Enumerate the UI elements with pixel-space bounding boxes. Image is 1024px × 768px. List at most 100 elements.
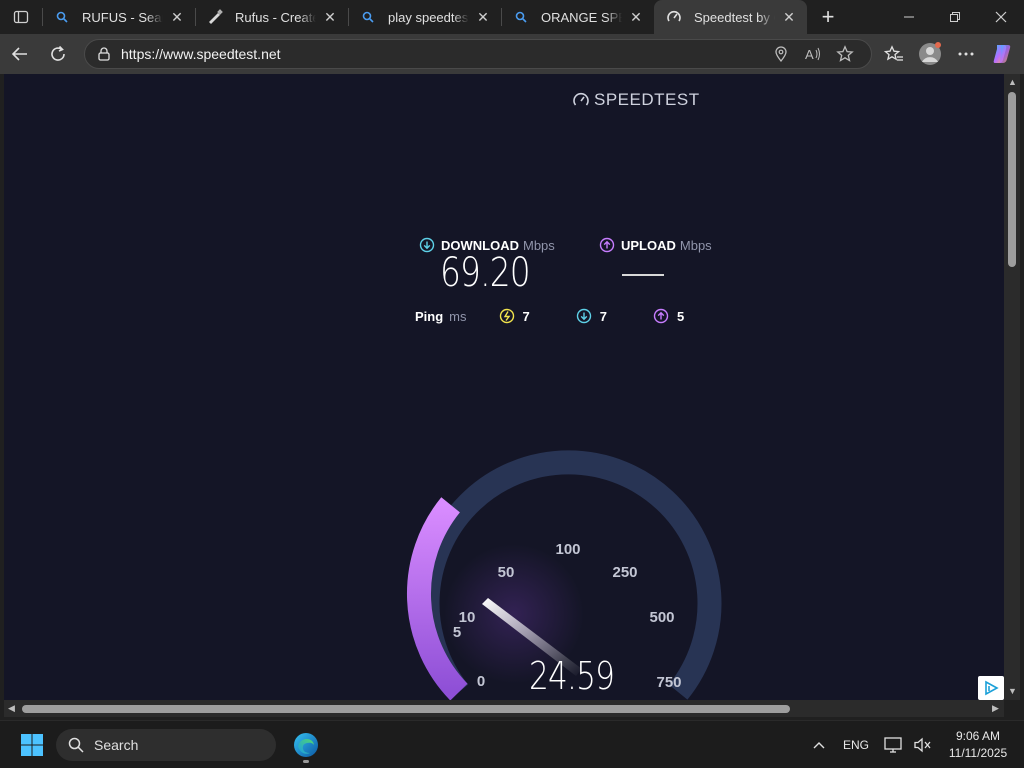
windows-taskbar: Search ENG 9:06 AM 11/11/2025 [0, 720, 1024, 768]
close-window-button[interactable] [978, 0, 1024, 34]
svg-text:A: A [805, 47, 814, 62]
ping-download-value: 7 [599, 308, 607, 324]
gauge-current-speed: 24.59 [529, 654, 615, 698]
tab-close-icon[interactable]: ✕ [475, 9, 491, 25]
tab-title: ORANGE SPEED TEST [541, 9, 622, 25]
tab-close-icon[interactable]: ✕ [322, 9, 338, 25]
upload-pending-dash [622, 274, 664, 276]
horizontal-scrollbar[interactable]: ◀ ▶ [4, 700, 1004, 717]
tab-play-speedtest[interactable]: play speedtest - Search ✕ [348, 0, 501, 34]
vertical-scrollbar[interactable]: ▲ ▼ [1004, 74, 1020, 700]
monitor-icon [884, 736, 902, 753]
clock-time: 9:06 AM [955, 728, 1001, 743]
tab-separator [42, 8, 43, 26]
refresh-button[interactable] [40, 38, 76, 70]
tab-close-icon[interactable]: ✕ [628, 9, 644, 25]
tab-title: RUFUS - Search [82, 9, 163, 25]
volume-muted-icon [914, 737, 931, 752]
logo-text: SPEEDTEST [594, 90, 700, 109]
navigation-bar: https://www.speedtest.net A [0, 34, 1024, 74]
plus-icon: + [821, 4, 835, 29]
volume-tray-button[interactable] [908, 737, 938, 753]
close-icon [995, 11, 1007, 23]
show-hidden-icons-button[interactable] [804, 741, 834, 749]
taskbar-edge-app[interactable] [286, 725, 326, 765]
ad-choices-button[interactable] [978, 676, 1004, 700]
bing-search-icon [513, 9, 529, 25]
gauge-tick-label: 10 [459, 609, 476, 626]
refresh-icon [51, 45, 65, 61]
gauge-tick-label: 0 [477, 673, 485, 690]
minimize-button[interactable] [886, 0, 932, 34]
site-info-lock-icon[interactable] [95, 47, 113, 61]
tab-orange-speed[interactable]: ORANGE SPEED TEST ✕ [501, 0, 654, 34]
tab-actions-button[interactable] [0, 0, 42, 34]
tab-close-icon[interactable]: ✕ [781, 9, 797, 25]
start-button[interactable] [12, 725, 52, 765]
ping-upload-value: 5 [676, 308, 685, 324]
upload-text: UPLOAD [621, 237, 676, 253]
windows-logo-icon [21, 733, 43, 756]
taskbar-clock[interactable]: 9:06 AM 11/11/2025 [938, 728, 1018, 762]
gauge-tick-label: 250 [612, 564, 637, 581]
horizontal-scroll-thumb[interactable] [22, 705, 790, 713]
gauge-tick-label: 50 [498, 564, 515, 581]
browser-tab-bar: RUFUS - Search ✕ Rufus - Create bootable… [0, 0, 1024, 34]
scroll-left-icon[interactable]: ◀ [8, 703, 15, 714]
url-text[interactable]: https://www.speedtest.net [121, 46, 765, 62]
rufus-app-icon [207, 9, 223, 25]
minimize-icon [904, 16, 914, 18]
system-tray: ENG 9:06 AM 11/11/2025 [804, 728, 1024, 762]
back-button[interactable] [2, 38, 38, 70]
address-bar[interactable]: https://www.speedtest.net A [84, 39, 872, 69]
upload-arrow-icon [599, 237, 615, 253]
window-controls [886, 0, 1024, 34]
upload-label: UPLOAD Mbps [599, 237, 712, 253]
idle-latency-icon [499, 308, 514, 324]
speedtest-logo[interactable]: SPEEDTEST [572, 90, 700, 110]
back-arrow-icon [11, 47, 27, 61]
window-frame-edge [1020, 74, 1024, 717]
new-tab-button[interactable]: + [811, 0, 845, 34]
language-indicator[interactable]: ENG [834, 738, 878, 752]
settings-more-button[interactable] [948, 38, 984, 70]
ping-row: Ping ms 7 7 5 [415, 308, 730, 324]
taskbar-search[interactable]: Search [56, 728, 276, 761]
avatar-icon [919, 42, 941, 65]
scroll-down-icon[interactable]: ▼ [1008, 686, 1017, 696]
favorite-star-icon[interactable] [829, 45, 861, 63]
tab-title: Rufus - Create bootable [235, 9, 316, 25]
restore-button[interactable] [932, 0, 978, 34]
more-dots-icon [958, 52, 974, 56]
read-aloud-icon[interactable]: A [797, 46, 829, 62]
clock-date: 11/11/2025 [948, 745, 1008, 760]
tab-separator [195, 8, 196, 26]
favorites-icon [884, 45, 903, 61]
tab-separator [501, 8, 502, 26]
ping-unit: ms [449, 308, 467, 324]
search-placeholder: Search [94, 736, 139, 753]
favorites-button[interactable] [876, 38, 912, 70]
speedtest-page: SPEEDTEST DOWNLOAD Mbps 69.20 UPLOAD Mbp… [4, 74, 1004, 700]
restore-icon [950, 12, 960, 22]
chevron-up-icon [813, 741, 825, 748]
toolbar-buttons [876, 38, 1020, 70]
tab-rufus-search[interactable]: RUFUS - Search ✕ [42, 0, 195, 34]
download-arrow-icon [419, 237, 435, 253]
download-latency-icon [576, 308, 591, 324]
display-tray-button[interactable] [878, 736, 908, 753]
ping-idle: 7 [499, 308, 530, 324]
edge-browser-icon [294, 732, 318, 757]
tab-close-icon[interactable]: ✕ [169, 9, 185, 25]
vertical-scroll-thumb[interactable] [1008, 92, 1016, 267]
bing-search-icon [54, 9, 70, 25]
profile-button[interactable] [912, 38, 948, 70]
scroll-right-icon[interactable]: ▶ [992, 703, 999, 714]
gauge-tick-label: 100 [555, 541, 580, 558]
tab-rufus-create[interactable]: Rufus - Create bootable ✕ [195, 0, 348, 34]
copilot-button[interactable] [984, 38, 1020, 70]
scroll-up-icon[interactable]: ▲ [1008, 77, 1017, 87]
tab-speedtest-ookla[interactable]: Speedtest by Ookla ✕ [654, 0, 807, 34]
speedtest-logo-icon [666, 9, 682, 25]
location-icon[interactable] [765, 46, 797, 62]
